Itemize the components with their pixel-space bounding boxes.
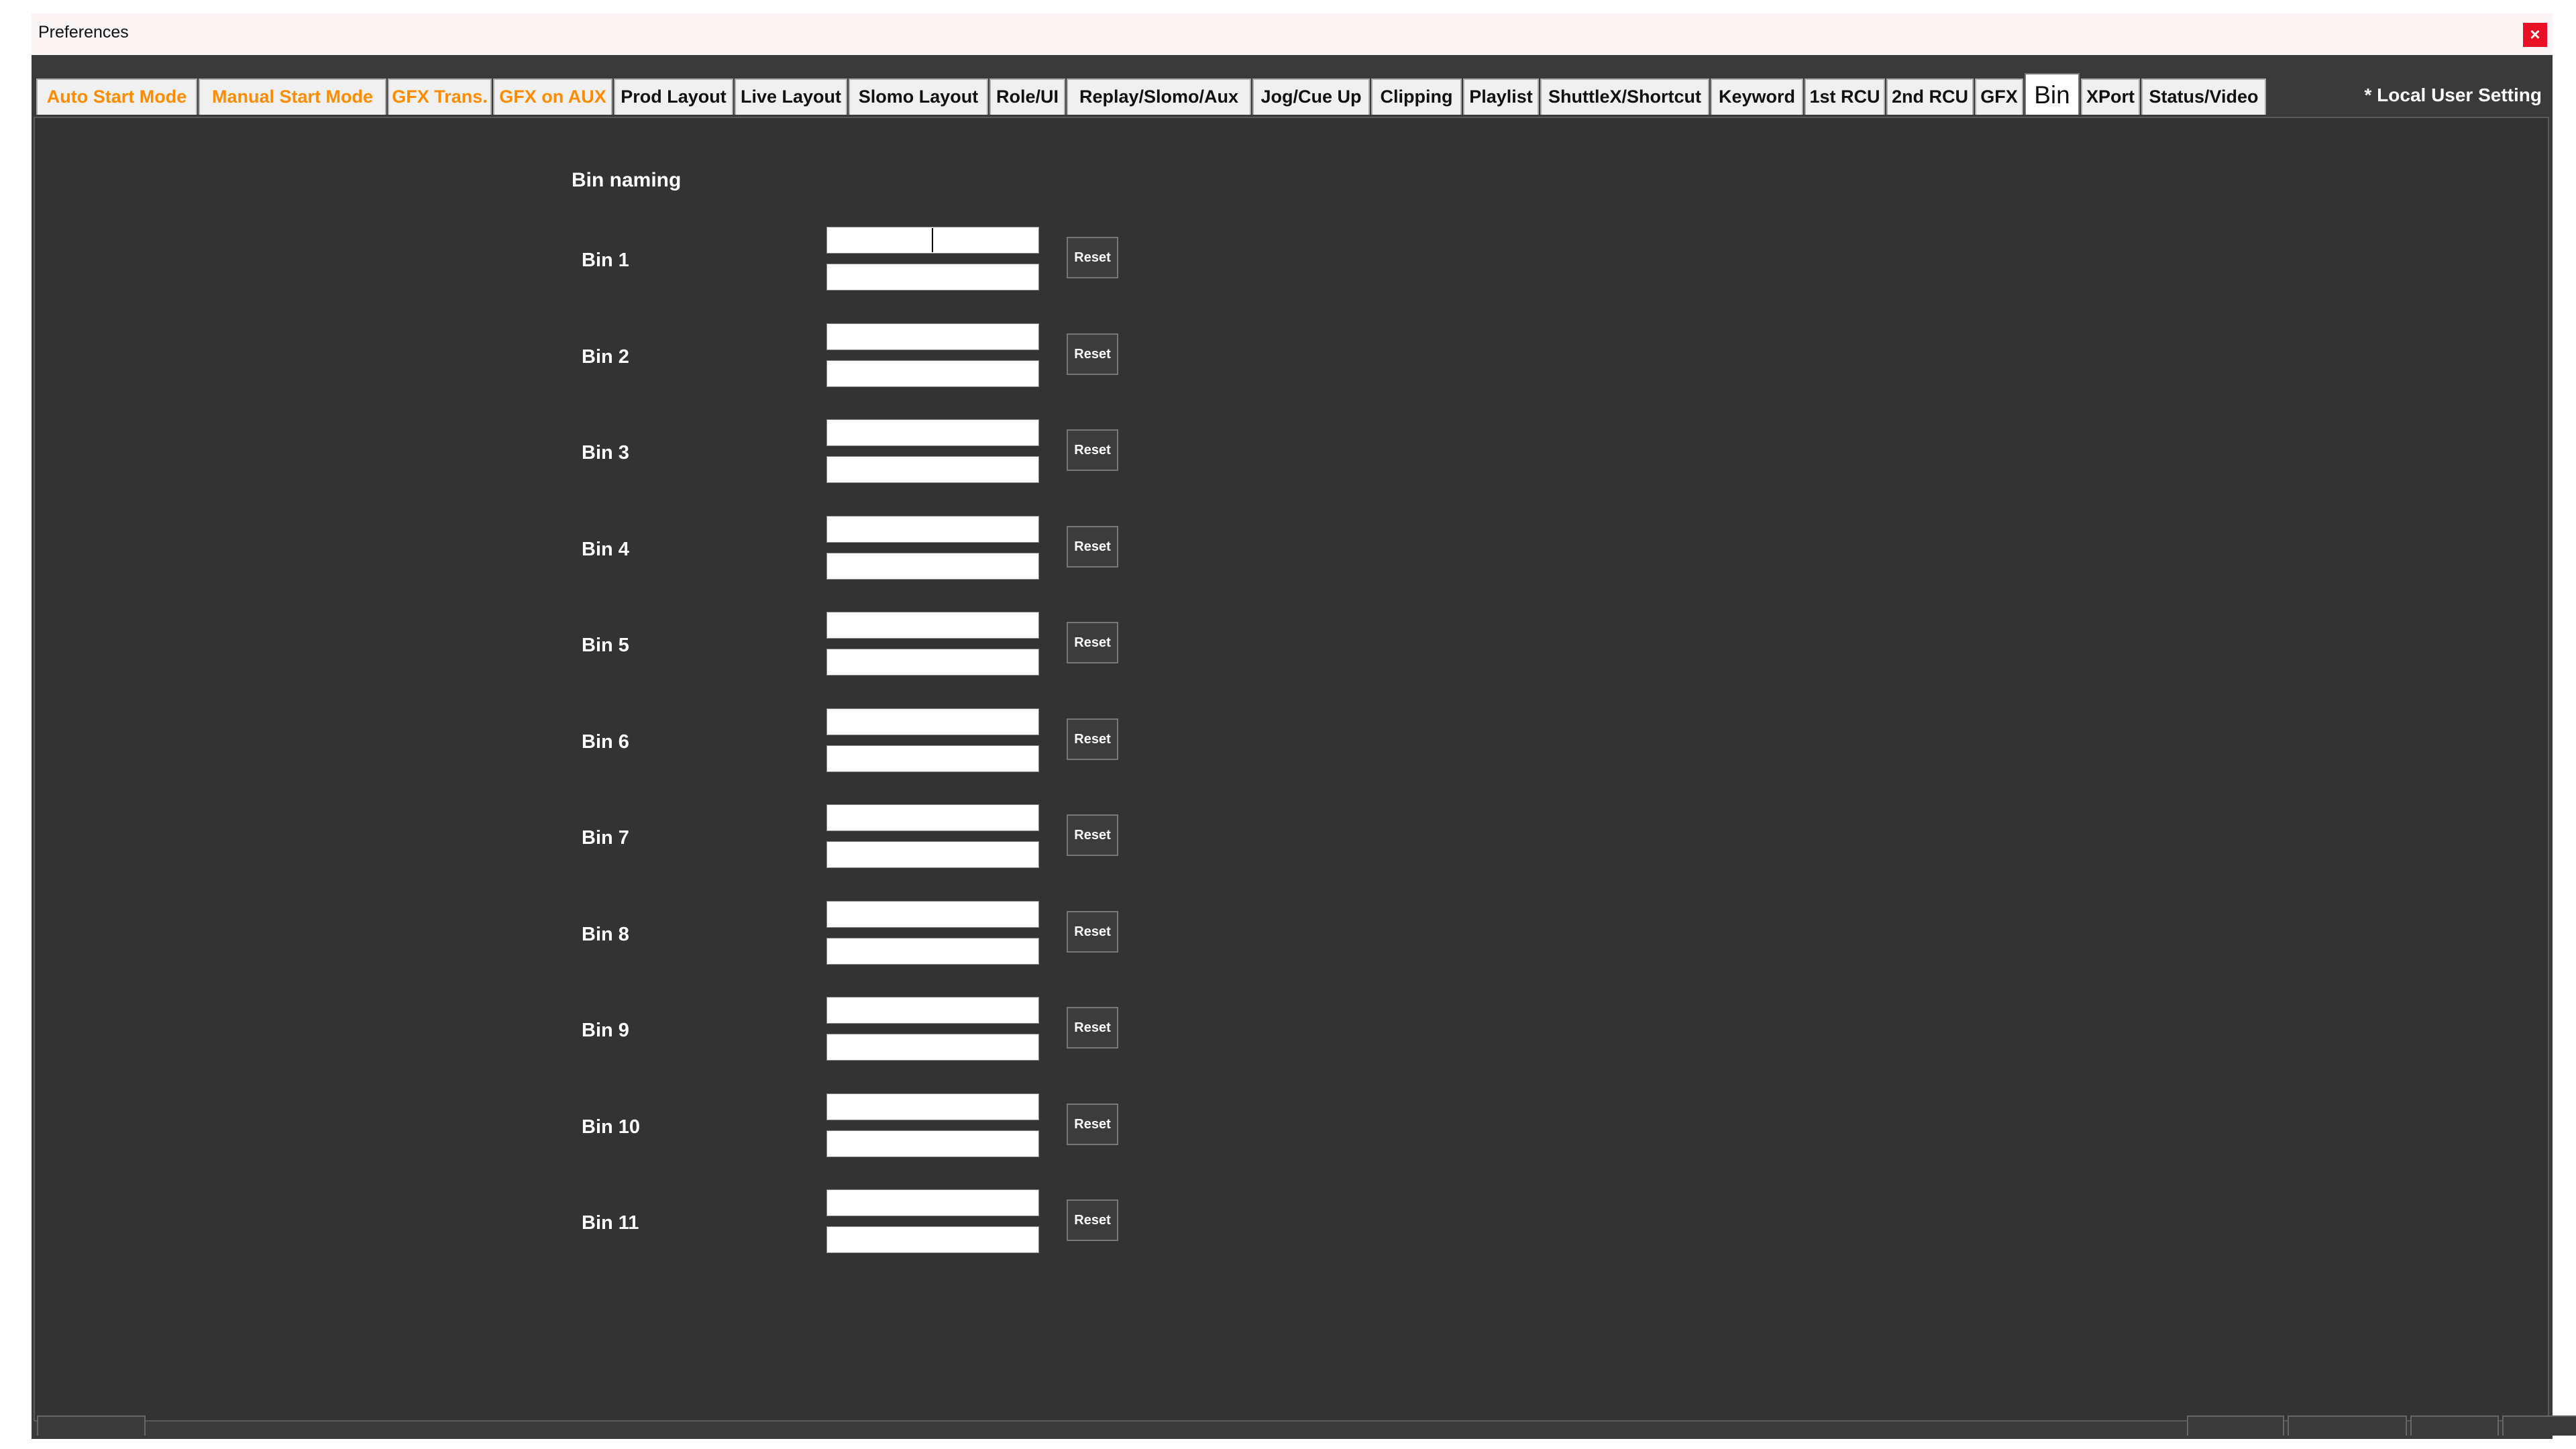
local-user-setting-note: * Local User Setting [2364,85,2542,105]
bin-name-field-1[interactable] [826,1189,1039,1216]
tab-slomo-layout[interactable]: Slomo Layout [849,78,988,115]
bin-label: Bin 5 [582,635,629,656]
section-title: Bin naming [572,169,682,191]
footer-bar [32,1421,2553,1439]
tab-2nd-rcu[interactable]: 2nd RCU [1886,78,1974,115]
bin-name-field-1[interactable] [826,419,1039,446]
bin-row: Bin 5 Reset [35,612,1242,686]
bin-name-field-2[interactable] [826,649,1039,676]
bin-row: Bin 8 Reset [35,901,1242,975]
bin-label: Bin 11 [582,1212,639,1234]
bin-name-field-1[interactable] [826,323,1039,350]
tab-live-layout[interactable]: Live Layout [735,78,847,115]
footer-button-3[interactable] [2410,1415,2499,1436]
bin-label: Bin 10 [582,1116,641,1138]
bin-label: Bin 3 [582,442,629,464]
close-button[interactable]: × [2523,23,2547,47]
bin-name-field-1[interactable] [826,708,1039,735]
footer-button-2[interactable] [2288,1415,2407,1436]
tab-role-ui[interactable]: Role/UI [989,78,1065,115]
reset-button[interactable]: Reset [1067,1104,1118,1145]
tab-manual-start-mode[interactable]: Manual Start Mode [199,78,386,115]
tab-replay-slomo-aux[interactable]: Replay/Slomo/Aux [1067,78,1251,115]
bin-name-field-2[interactable] [826,745,1039,772]
tab-strip: Auto Start Mode Manual Start Mode GFX Tran… [32,55,2553,115]
reset-button[interactable]: Reset [1067,622,1118,663]
tab-gfx-on-aux[interactable]: GFX on AUX [493,78,612,115]
reset-button[interactable]: Reset [1067,1199,1118,1241]
bin-row: Bin 2 Reset [35,323,1242,397]
tab-keyword[interactable]: Keyword [1711,78,1803,115]
tab-playlist[interactable]: Playlist [1463,78,1539,115]
bin-name-field-1[interactable] [826,997,1039,1024]
tab-jog-cue-up[interactable]: Jog/Cue Up [1252,78,1370,115]
bin-name-field-1[interactable] [826,516,1039,543]
bin-label: Bin 4 [582,539,629,560]
reset-button[interactable]: Reset [1067,237,1118,278]
bin-label: Bin 8 [582,924,629,945]
footer-button-1[interactable] [2187,1415,2284,1436]
tab-gfx-trans[interactable]: GFX Trans. [388,78,492,115]
bin-name-field-1[interactable] [826,804,1039,831]
bin-label: Bin 7 [582,827,629,849]
bin-row: Bin 6 Reset [35,708,1242,782]
reset-button[interactable]: Reset [1067,718,1118,760]
bin-label: Bin 2 [582,346,629,368]
tab-auto-start-mode[interactable]: Auto Start Mode [36,78,197,115]
bin-name-field-2[interactable] [826,456,1039,483]
bin-name-field-2[interactable] [826,1034,1039,1061]
reset-button[interactable]: Reset [1067,526,1118,568]
bin-row: Bin 9 Reset [35,997,1242,1071]
tab-bin[interactable]: Bin [2025,73,2080,115]
bin-name-field-1[interactable] [826,612,1039,639]
bin-name-field-2[interactable] [826,360,1039,387]
bin-name-field-2[interactable] [826,1130,1039,1157]
tab-shuttlex-shortcut[interactable]: ShuttleX/Shortcut [1540,78,1709,115]
tab-status-video[interactable]: Status/Video [2141,78,2266,115]
bin-name-field-2[interactable] [826,841,1039,868]
bin-name-field-1[interactable] [826,901,1039,928]
text-caret [932,228,933,252]
tab-clipping[interactable]: Clipping [1371,78,1462,115]
bin-panel: Bin naming Bin 1 Reset Bin 2 Reset Bin 3 Rese… [34,117,2549,1421]
bin-name-field-2[interactable] [826,938,1039,965]
footer-button-4[interactable] [2502,1415,2576,1436]
bin-name-field-1[interactable] [826,1093,1039,1120]
tab-gfx[interactable]: GFX [1975,78,2023,115]
bin-row: Bin 11 Reset [35,1189,1242,1263]
preferences-window: Preferences × Auto Start Mode Manual Star… [32,13,2553,1439]
tab-list: Auto Start Mode Manual Start Mode GFX Tran… [36,73,2267,115]
bin-row: Bin 7 Reset [35,804,1242,878]
reset-button[interactable]: Reset [1067,333,1118,375]
reset-button[interactable]: Reset [1067,911,1118,953]
bin-name-field-2[interactable] [826,1226,1039,1253]
reset-button[interactable]: Reset [1067,814,1118,856]
bin-row: Bin 4 Reset [35,516,1242,590]
reset-button[interactable]: Reset [1067,429,1118,471]
bin-name-field-2[interactable] [826,264,1039,290]
bin-row: Bin 10 Reset [35,1093,1242,1167]
tab-prod-layout[interactable]: Prod Layout [614,78,733,115]
bin-row: Bin 3 Reset [35,419,1242,493]
reset-button[interactable]: Reset [1067,1007,1118,1049]
tab-1st-rcu[interactable]: 1st RCU [1805,78,1885,115]
footer-button-left[interactable] [37,1415,146,1436]
bin-label: Bin 6 [582,731,629,753]
bin-label: Bin 1 [582,250,629,271]
bin-name-field-2[interactable] [826,553,1039,580]
title-bar: Preferences × [32,13,2553,55]
tab-xport[interactable]: XPort [2081,78,2140,115]
bin-label: Bin 9 [582,1020,629,1041]
window-title: Preferences [38,23,129,42]
bin-row: Bin 1 Reset [35,227,1242,301]
